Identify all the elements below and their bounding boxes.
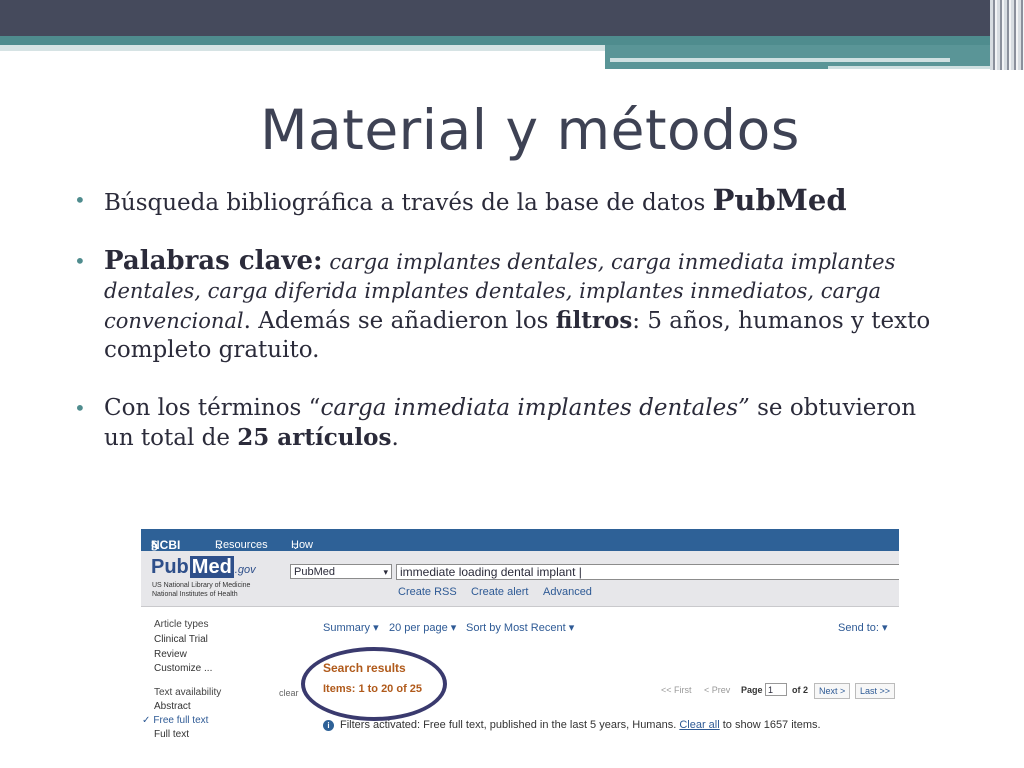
page-total-label: of 2 xyxy=(792,685,809,695)
header-band-line-2 xyxy=(828,66,1008,69)
search-input[interactable]: immediate loading dental implant | xyxy=(396,564,899,580)
info-icon: i xyxy=(323,719,334,731)
caret-down-icon: ▾ xyxy=(450,622,457,634)
slide-title: Material y métodos xyxy=(260,98,800,162)
filter-abstract[interactable]: Abstract xyxy=(154,701,191,712)
summary-dropdown[interactable]: Summary ▾ xyxy=(323,621,379,634)
clear-link[interactable]: clear xyxy=(279,688,299,698)
bullet-dot: • xyxy=(74,188,86,212)
text-availability-heading: Text availability xyxy=(154,687,222,698)
clear-all-link[interactable]: Clear all xyxy=(679,719,719,731)
header-band-light xyxy=(0,45,605,51)
nih-label: National Institutes of Health xyxy=(152,591,238,598)
bullet-keywords: • Palabras clave: carga implantes dental… xyxy=(74,247,934,365)
pubmed-logo[interactable]: Pub Med .gov xyxy=(151,556,256,579)
page-label: Page xyxy=(741,685,763,695)
filter-clinical-trial[interactable]: Clinical Trial xyxy=(154,634,208,645)
bullet-list: • Búsqueda bibliográfica a través de la … xyxy=(74,186,934,482)
caret-down-icon: ▾ xyxy=(568,622,575,634)
keywords-text-a: . Además se añadieron los xyxy=(243,308,556,334)
results-terms: carga inmediata implantes dentales” xyxy=(320,395,750,421)
send-to-dropdown[interactable]: Send to: ▾ xyxy=(838,621,888,634)
database-select[interactable]: PubMed ▾ xyxy=(290,564,392,579)
filter-customize[interactable]: Customize ... xyxy=(154,663,212,674)
create-rss-link[interactable]: Create RSS xyxy=(398,586,457,598)
page-number-input[interactable]: 1 xyxy=(765,683,787,696)
check-icon: ✓ xyxy=(142,715,151,726)
filters-notice: i Filters activated: Free full text, publ… xyxy=(323,719,821,731)
header-band-teal xyxy=(0,36,1024,45)
article-types-heading: Article types xyxy=(154,619,209,630)
next-page-button[interactable]: Next > xyxy=(814,683,851,699)
header-band-line xyxy=(610,58,950,62)
sort-dropdown[interactable]: Sort by Most Recent ▾ xyxy=(466,621,574,634)
caret-down-icon: ▾ xyxy=(373,622,379,634)
header-band-dark xyxy=(0,0,1024,36)
results-count: 25 artículos xyxy=(237,424,392,451)
highlight-circle xyxy=(301,647,447,721)
bullet-dot: • xyxy=(74,396,86,420)
bullet-results: • Con los términos “carga inmediata impl… xyxy=(74,394,934,453)
bullet-search-text: Búsqueda bibliográfica a través de la ba… xyxy=(104,190,713,216)
prev-page-link[interactable]: < Prev xyxy=(704,685,730,695)
create-alert-link[interactable]: Create alert xyxy=(471,586,528,598)
per-page-dropdown[interactable]: 20 per page ▾ xyxy=(389,621,456,634)
filter-review[interactable]: Review xyxy=(154,649,187,660)
filter-full-text[interactable]: Full text xyxy=(154,729,189,740)
bullet-search: • Búsqueda bibliográfica a través de la … xyxy=(74,186,934,218)
first-page-link[interactable]: << First xyxy=(661,685,692,695)
pubmed-screenshot: § NCBI Resources ⌄ How To ⌄ PubMed.gov U… xyxy=(141,529,899,740)
last-page-button[interactable]: Last >> xyxy=(855,683,896,699)
filter-free-full-text[interactable]: ✓ Free full text xyxy=(142,715,208,726)
header-stripes xyxy=(990,0,1024,70)
keywords-label: Palabras clave: xyxy=(104,246,323,276)
caret-down-icon: ▾ xyxy=(882,622,888,634)
bullet-dot: • xyxy=(74,249,86,273)
nlm-label: US National Library of Medicine xyxy=(152,582,251,589)
pubmed-word: PubMed xyxy=(712,183,847,217)
ncbi-topbar: § NCBI Resources ⌄ How To ⌄ xyxy=(141,529,899,563)
filters-word: filtros xyxy=(555,307,633,334)
results-text-c: . xyxy=(391,425,399,451)
advanced-link[interactable]: Advanced xyxy=(543,586,592,598)
chevron-down-icon: ▾ xyxy=(383,567,388,577)
results-text-a: Con los términos “ xyxy=(104,395,321,421)
